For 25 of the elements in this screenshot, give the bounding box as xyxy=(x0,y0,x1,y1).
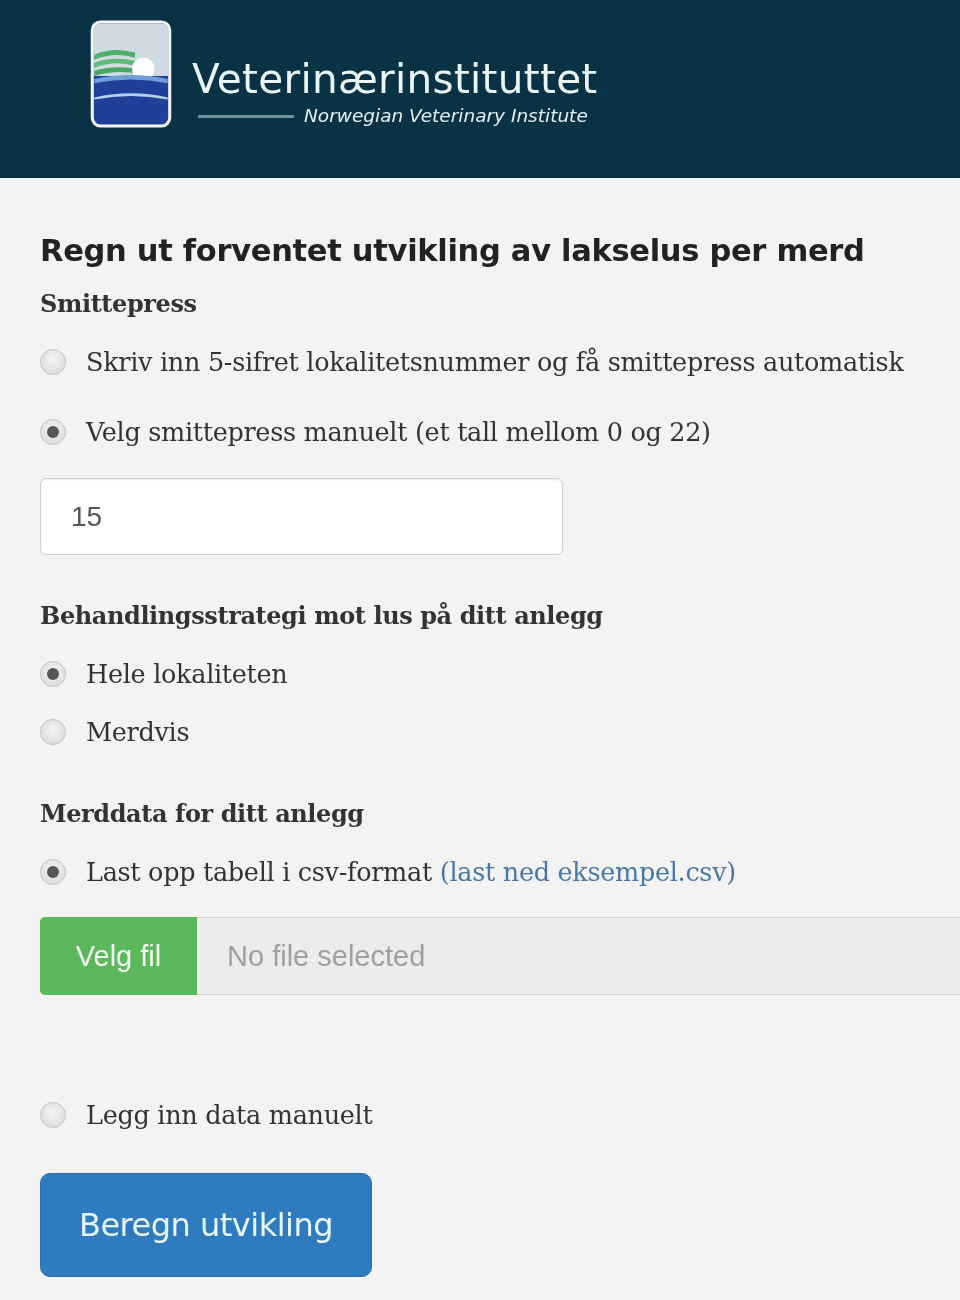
option-label: Legg inn data manuelt xyxy=(86,1099,373,1132)
option-label: Last opp tabell i csv-format xyxy=(86,856,432,889)
option-label: Merdvis xyxy=(86,716,190,749)
calculate-button[interactable]: Beregn utvikling xyxy=(40,1173,372,1277)
download-link[interactable]: (last ned eksempel.csv) xyxy=(439,854,736,890)
file-field[interactable]: Velg fil No file selected xyxy=(40,917,960,995)
radio-button[interactable] xyxy=(40,419,66,445)
number-input-field[interactable]: 15 xyxy=(40,478,563,555)
section-title: Smittepress xyxy=(40,288,197,320)
option-label: Hele lokaliteten xyxy=(86,658,288,691)
section-title: Merddata for ditt anlegg xyxy=(40,798,364,830)
radio-button[interactable] xyxy=(40,1102,66,1128)
file-status-text: No file selected xyxy=(226,938,426,974)
logo-subtitle: Norwegian Veterinary Institute xyxy=(304,104,588,128)
option-label: Skriv inn 5-sifret lokalitetsnummer og få smittepress automatisk xyxy=(86,346,904,379)
radio-button[interactable] xyxy=(40,859,66,885)
page-heading: Regn ut forventet utvikling av lakselus per merd xyxy=(40,232,866,270)
logo-title: Veterinærinstituttet xyxy=(192,56,598,102)
section-title: Behandlingsstrategi mot lus på ditt anlegg xyxy=(40,600,603,632)
logo-icon xyxy=(90,20,172,128)
choose-file-button[interactable]: Velg fil xyxy=(40,917,197,995)
radio-button[interactable] xyxy=(40,719,66,745)
radio-button[interactable] xyxy=(40,349,66,375)
radio-button[interactable] xyxy=(40,661,66,687)
option-label: Velg smittepress manuelt (et tall mellom 0 og 22) xyxy=(86,416,711,449)
